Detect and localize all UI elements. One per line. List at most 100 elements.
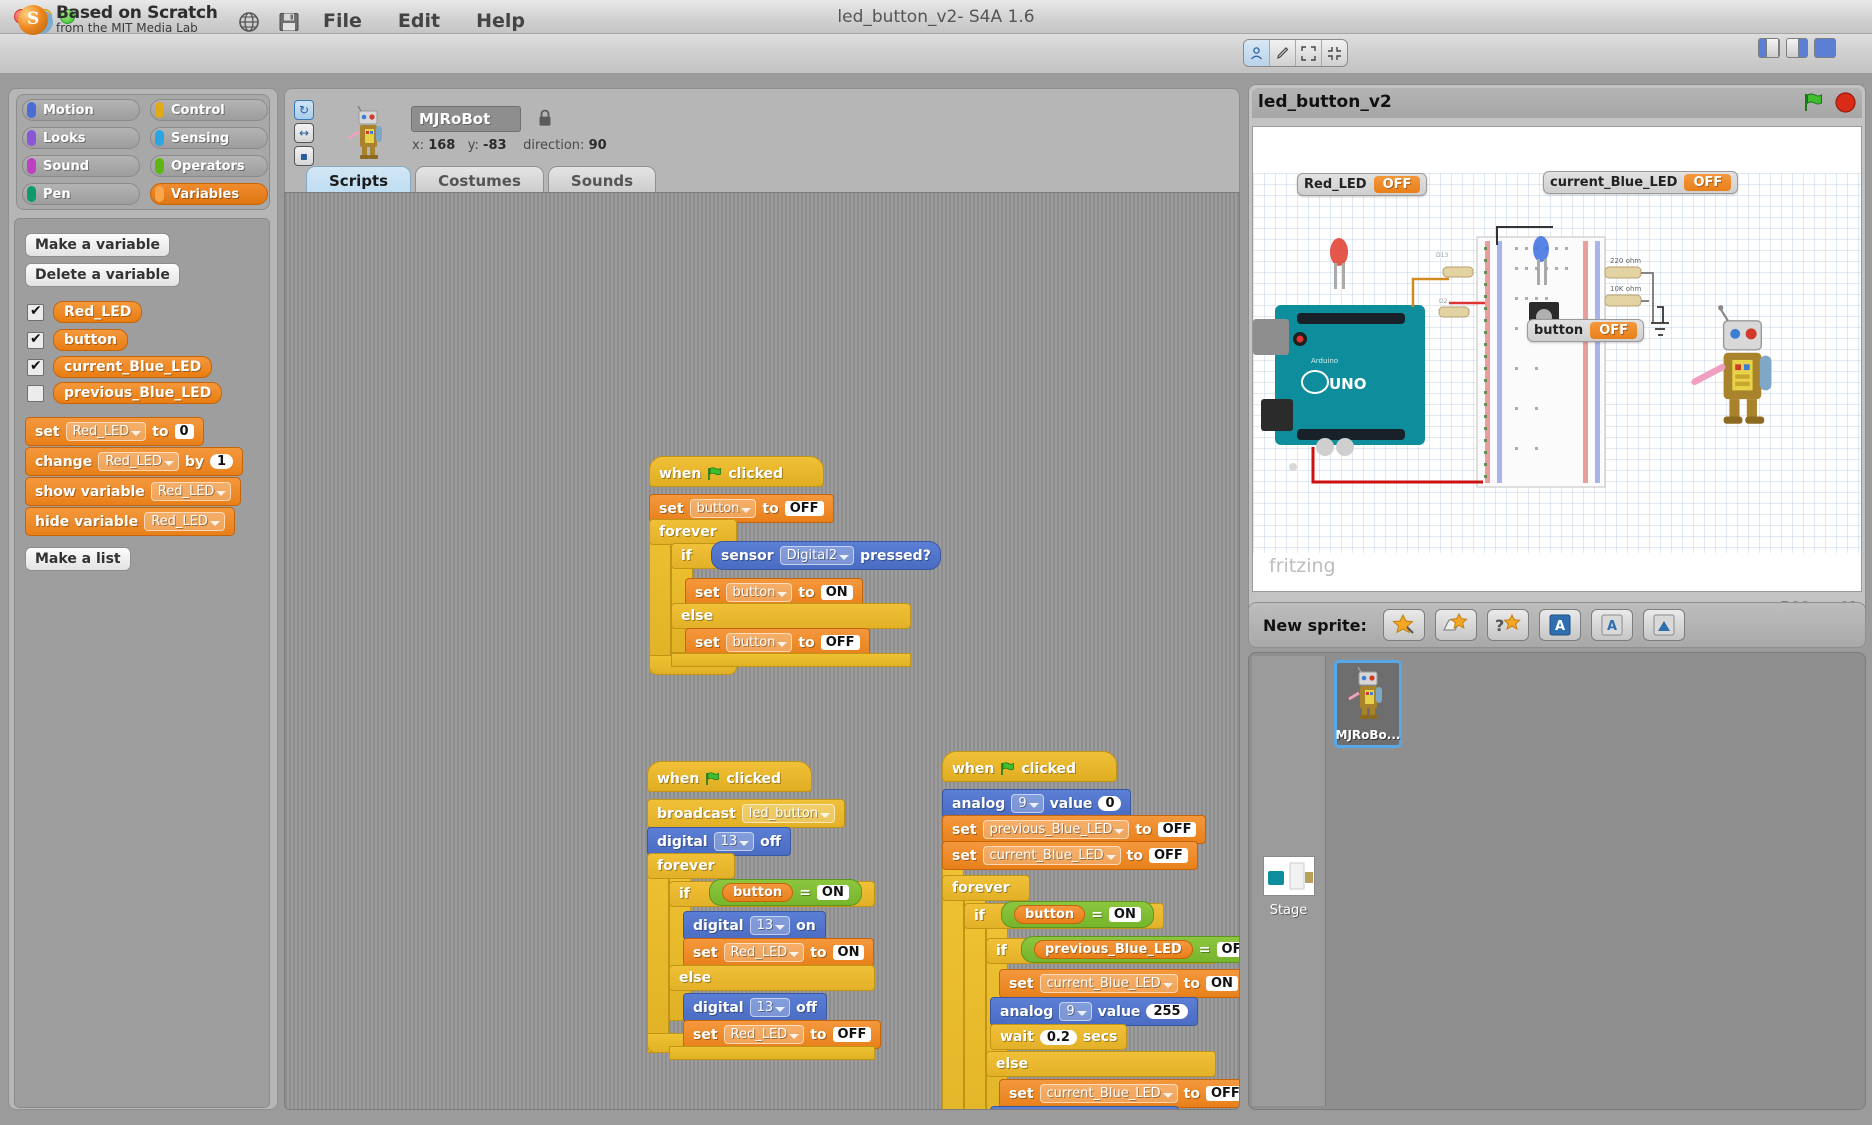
stack3-forever-block[interactable]: forever xyxy=(942,875,1030,901)
full-screen-button[interactable] xyxy=(1322,40,1347,66)
value-input[interactable]: 1 xyxy=(210,454,234,469)
stack3-analog-9-value-255[interactable]: analog 9 value 255 xyxy=(990,997,1198,1026)
value-input[interactable]: ON xyxy=(1108,907,1141,922)
presentation-mode-button[interactable] xyxy=(1244,40,1270,66)
category-sound[interactable]: Sound xyxy=(22,155,140,177)
stop-icon[interactable] xyxy=(1835,92,1856,113)
edit-mode-button[interactable] xyxy=(1270,40,1296,66)
pin-dropdown[interactable]: 9 xyxy=(1059,1002,1092,1021)
variable-dropdown[interactable]: Red_LED xyxy=(144,512,225,531)
random-sprite-icon[interactable]: ? xyxy=(1486,609,1529,641)
variable-dropdown[interactable]: button xyxy=(725,583,793,602)
palette-blocks-area[interactable]: Make a variable Delete a variable Red_LE… xyxy=(14,218,270,1108)
palette-change-variable-block[interactable]: change Red_LED by 1 xyxy=(25,447,244,476)
variable-dropdown[interactable]: Red_LED xyxy=(150,482,232,501)
value-input[interactable]: OFF xyxy=(784,501,824,516)
variable-dropdown[interactable]: Red_LED xyxy=(723,1025,805,1044)
variable-checkbox-button[interactable] xyxy=(27,331,44,349)
palette-hide-variable-block[interactable]: hide variable Red_LED xyxy=(25,507,235,536)
save-icon[interactable] xyxy=(278,11,300,33)
sprite-a-icon[interactable]: A xyxy=(1538,609,1581,641)
variable-dropdown[interactable]: Red_LED xyxy=(65,422,147,441)
stack3-wait-block-1[interactable]: wait 0.2 secs xyxy=(990,1024,1128,1050)
stack2-digital-13-on[interactable]: digital 13 on xyxy=(683,911,826,940)
variable-checkbox-previous-blue-led[interactable] xyxy=(27,384,44,402)
variable-checkbox-current-blue-led[interactable] xyxy=(27,358,44,376)
palette-show-variable-block[interactable]: show variable Red_LED xyxy=(25,477,242,506)
stage-selector[interactable]: Stage xyxy=(1252,656,1326,1106)
pin-dropdown[interactable]: 13 xyxy=(713,832,755,851)
stack3-analog-9-value-0-b[interactable]: analog 9 value 0 xyxy=(990,1106,1180,1109)
stack2-digital-13-off-2[interactable]: digital 13 off xyxy=(683,993,828,1022)
watcher-button[interactable]: button OFF xyxy=(1527,319,1644,342)
stack3-set-previous-blue-off[interactable]: set previous_Blue_LED to OFF xyxy=(942,815,1207,844)
category-operators[interactable]: Operators xyxy=(150,155,268,177)
category-pen[interactable]: Pen xyxy=(22,183,140,205)
category-looks[interactable]: Looks xyxy=(22,127,140,149)
pin-dropdown[interactable]: 9 xyxy=(1011,794,1044,813)
stack3-set-current-blue-on[interactable]: set current_Blue_LED to ON xyxy=(999,969,1239,998)
variable-pill-red-led[interactable]: Red_LED xyxy=(53,301,143,323)
value-input[interactable]: OFF xyxy=(1157,822,1197,837)
variable-checkbox-red-led[interactable] xyxy=(27,303,44,321)
category-control[interactable]: Control xyxy=(150,99,268,121)
pin-dropdown[interactable]: 13 xyxy=(749,916,791,935)
variable-dropdown[interactable]: Red_LED xyxy=(723,943,805,962)
value-input[interactable]: 0 xyxy=(1098,796,1122,811)
no-rotate-icon[interactable]: ▪ xyxy=(294,146,314,166)
stack1-when-flag-clicked[interactable]: when clicked xyxy=(649,456,824,487)
stack2-forever-block[interactable]: forever xyxy=(647,853,735,879)
variable-reporter-previous-blue-led[interactable]: previous_Blue_LED xyxy=(1034,940,1193,959)
menu-edit[interactable]: Edit xyxy=(393,8,445,34)
value-input[interactable]: 255 xyxy=(1146,1004,1188,1019)
value-input[interactable]: ON xyxy=(1205,976,1238,991)
message-dropdown[interactable]: led_button xyxy=(741,804,836,823)
rotate-all-around-icon[interactable]: ↻ xyxy=(294,100,314,120)
stack3-inner-condition[interactable]: previous_Blue_LED = OFF xyxy=(1021,936,1239,963)
stack2-set-red-led-off[interactable]: set Red_LED to OFF xyxy=(683,1020,882,1049)
sprite-c-icon[interactable] xyxy=(1642,609,1685,641)
value-input[interactable]: OFF xyxy=(1216,942,1239,957)
menu-file[interactable]: File xyxy=(318,8,367,34)
stack2-digital-13-off[interactable]: digital 13 off xyxy=(647,827,792,856)
variable-pill-current-blue-led[interactable]: current_Blue_LED xyxy=(53,356,213,378)
palette-set-variable-block[interactable]: set Red_LED to 0 xyxy=(25,417,204,446)
stack1-sensor-pressed-block[interactable]: sensor Digital2 pressed? xyxy=(711,541,941,570)
stack3-set-current-blue-off[interactable]: set current_Blue_LED to OFF xyxy=(942,841,1198,870)
lock-icon[interactable] xyxy=(538,108,552,128)
open-sprite-file-icon[interactable] xyxy=(1434,609,1477,641)
value-input[interactable]: OFF xyxy=(820,635,860,650)
layout-wide-icon[interactable] xyxy=(1814,38,1836,58)
green-flag-icon[interactable] xyxy=(1802,92,1823,113)
value-input[interactable]: 0 xyxy=(174,424,194,439)
sprite-name-input[interactable]: MJRoBot xyxy=(411,106,521,132)
category-variables[interactable]: Variables xyxy=(150,183,268,205)
variable-dropdown[interactable]: button xyxy=(725,633,793,652)
variable-dropdown[interactable]: current_Blue_LED xyxy=(1039,974,1178,993)
variable-dropdown[interactable]: current_Blue_LED xyxy=(1039,1084,1178,1103)
small-stage-button[interactable] xyxy=(1296,40,1322,66)
seconds-input[interactable]: 0.2 xyxy=(1039,1029,1077,1045)
variable-dropdown[interactable]: current_Blue_LED xyxy=(982,846,1121,865)
delete-a-variable-button[interactable]: Delete a variable xyxy=(25,263,180,287)
value-input[interactable]: ON xyxy=(816,885,849,900)
watcher-red-led[interactable]: Red_LED OFF xyxy=(1297,173,1428,196)
pin-dropdown[interactable]: Digital2 xyxy=(779,546,855,565)
sprite-list-item-mjrobot[interactable]: MJRoBo... xyxy=(1334,660,1402,748)
pin-dropdown[interactable]: 13 xyxy=(749,998,791,1017)
paint-new-sprite-icon[interactable] xyxy=(1382,609,1425,641)
value-input[interactable]: OFF xyxy=(1205,1086,1239,1101)
stack3-analog-9-value-0[interactable]: analog 9 value 0 xyxy=(942,789,1132,818)
category-sensing[interactable]: Sensing xyxy=(150,127,268,149)
make-a-variable-button[interactable]: Make a variable xyxy=(25,233,171,257)
category-motion[interactable]: Motion xyxy=(22,99,140,121)
stack2-broadcast-block[interactable]: broadcast led_button xyxy=(647,799,846,828)
sprite-b-icon[interactable]: A xyxy=(1590,609,1633,641)
value-input[interactable]: ON xyxy=(820,585,853,600)
variable-pill-previous-blue-led[interactable]: previous_Blue_LED xyxy=(53,382,223,404)
variable-dropdown[interactable]: button xyxy=(689,499,757,518)
value-input[interactable]: ON xyxy=(832,945,865,960)
variable-reporter-button[interactable]: button xyxy=(722,883,794,902)
stack2-set-red-led-on[interactable]: set Red_LED to ON xyxy=(683,938,875,967)
menu-help[interactable]: Help xyxy=(471,8,530,34)
